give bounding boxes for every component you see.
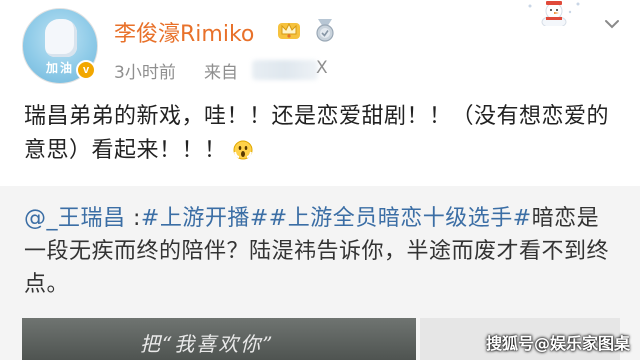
watermark: 搜狐号@娱乐家图桌 [485,334,630,353]
medal-icon[interactable] [314,18,336,42]
image-chalk-text: 把“我喜欢你” [140,332,275,356]
mention-separator: : [125,206,141,231]
source-suffix[interactable]: X [316,58,328,78]
mention-link[interactable]: @_王瑞昌 [24,206,126,231]
chevron-down-icon[interactable] [604,18,620,30]
avatar-fist [45,19,77,57]
repost-text: @_王瑞昌 :#上游开播##上游全员暗恋十级选手#暗恋是一段无疾而终的陪伴？陆湜… [24,202,620,301]
hashtag-link[interactable]: #上游开播# [141,206,269,231]
weibo-post: 加油 v 李俊濠Rimiko 3小时前 来自 X 瑞昌弟弟的新戏，哇！！还是恋爱… [0,0,640,360]
source-label: 来自 [204,63,238,83]
post-text: 瑞昌弟弟的新戏，哇！！还是恋爱甜剧！！（没有想恋爱的意思）看起来！！！ [24,104,610,163]
source-blurred [252,60,318,80]
hashtag-link[interactable]: #上游全员暗恋十级选手# [269,206,532,231]
username[interactable]: 李俊濠Rimiko [114,16,254,48]
verified-badge: v [76,60,96,80]
repost-image[interactable]: 把“我喜欢你” [22,318,416,360]
post-content: 瑞昌弟弟的新戏，哇！！还是恋爱甜剧！！（没有想恋爱的意思）看起来！！！ [24,100,624,168]
scream-emoji-icon [233,140,253,160]
snowman-icon [528,1,580,26]
post-time[interactable]: 3小时前 [114,58,176,83]
crown-icon[interactable] [276,17,302,41]
